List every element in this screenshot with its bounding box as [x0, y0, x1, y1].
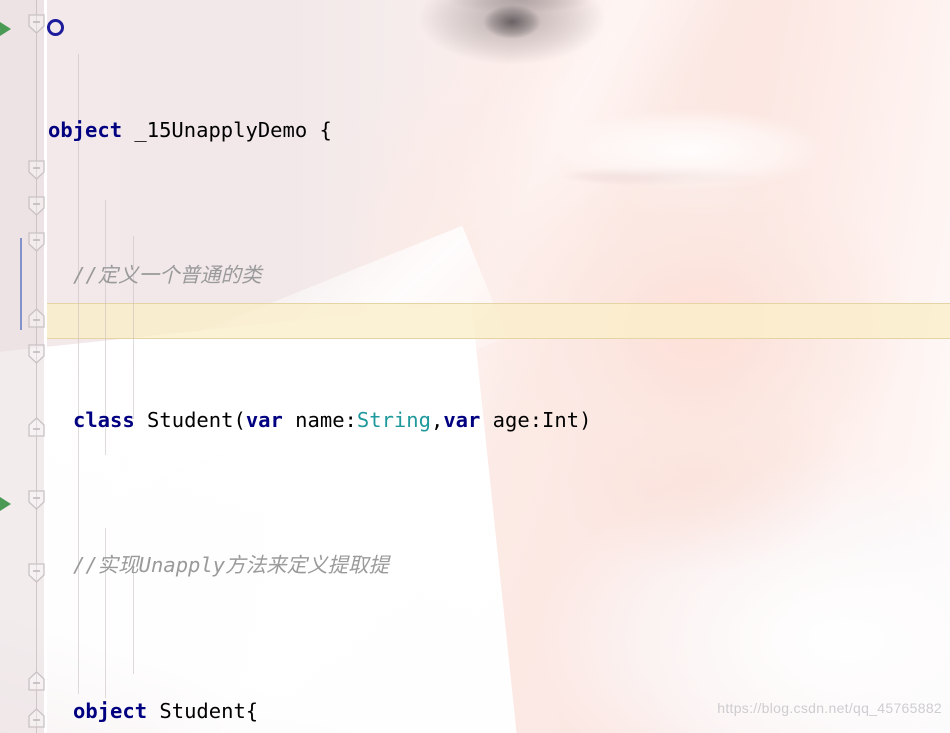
code-line-3[interactable]: class Student(var name:String,var age:In… — [48, 399, 950, 435]
token-keyword-object: object — [73, 698, 148, 723]
token-keyword-var: var — [245, 408, 283, 433]
fold-marker-icon[interactable] — [26, 417, 47, 439]
fold-marker-icon[interactable] — [26, 232, 47, 254]
fold-marker-icon[interactable] — [26, 14, 47, 36]
code-line-1[interactable]: object _15UnapplyDemo { — [48, 109, 950, 145]
token-comment: //定义一个普通的类 — [73, 263, 262, 288]
fold-marker-icon[interactable] — [26, 196, 47, 218]
token-param-name: name: — [282, 408, 357, 433]
token-keyword-object: object — [48, 117, 123, 142]
editor-gutter[interactable] — [0, 0, 44, 733]
fold-marker-icon[interactable] — [26, 490, 47, 512]
token-keyword-var: var — [443, 408, 481, 433]
fold-marker-icon[interactable] — [26, 671, 47, 693]
token-param-age: age:Int) — [480, 408, 592, 433]
token-brace-open: { — [319, 117, 332, 142]
run-triangle-icon — [0, 497, 11, 511]
code-editor[interactable]: object _15UnapplyDemo { //定义一个普通的类 class… — [0, 0, 950, 733]
code-block-indicator — [20, 238, 22, 330]
watermark-text: https://blog.csdn.net/qq_45765882 — [717, 700, 942, 716]
fold-marker-icon[interactable] — [26, 563, 47, 585]
token-comma: , — [430, 408, 444, 433]
fold-rail — [36, 0, 37, 733]
code-line-2[interactable]: //定义一个普通的类 — [48, 254, 950, 290]
fold-marker-icon[interactable] — [26, 160, 47, 182]
token-keyword-class: class — [73, 408, 135, 433]
code-line-4[interactable]: //实现Unapply方法来定义提取提 — [48, 544, 950, 580]
token-object-name: _15UnapplyDemo — [122, 117, 320, 142]
run-triangle-icon — [0, 22, 11, 36]
run-gutter-icon-object[interactable] — [0, 22, 16, 38]
token-comment: //实现Unapply方法来定义提取提 — [73, 553, 390, 578]
run-gutter-icon-main[interactable] — [0, 497, 16, 513]
token-class-name: Student( — [134, 408, 246, 433]
fold-marker-icon[interactable] — [26, 344, 47, 366]
token-type-string: String — [356, 408, 431, 433]
fold-marker-icon[interactable] — [26, 708, 47, 730]
fold-marker-icon[interactable] — [26, 308, 47, 330]
gutter-divider — [44, 0, 47, 733]
code-text-area[interactable]: object _15UnapplyDemo { //定义一个普通的类 class… — [48, 0, 950, 733]
token-companion-name: Student{ — [147, 698, 259, 723]
